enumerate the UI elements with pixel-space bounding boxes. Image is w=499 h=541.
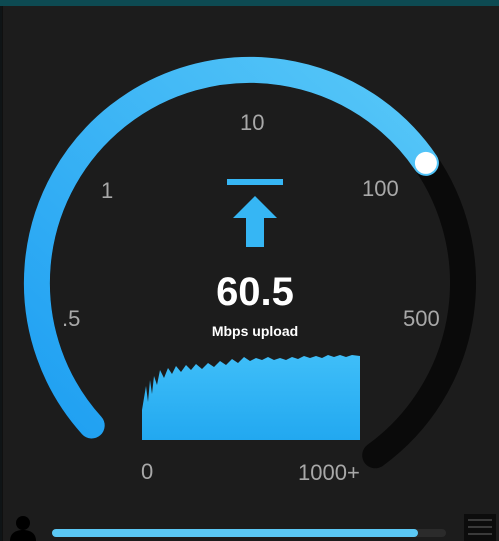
test-progress-bar — [52, 529, 446, 537]
scale-label-10: 10 — [240, 110, 265, 135]
scale-label-1: 1 — [101, 178, 114, 203]
scale-label-100: 100 — [362, 176, 399, 201]
test-progress-fill — [52, 529, 419, 537]
speed-value: 60.5 — [216, 270, 294, 314]
scale-label-1000-plus: 1000+ — [298, 460, 360, 485]
speed-unit-label: Mbps upload — [211, 323, 299, 339]
scale-label-half: .5 — [62, 306, 81, 331]
upload-speed-graph — [142, 355, 360, 440]
gauge-needle-knob — [414, 151, 437, 174]
scale-label-500: 500 — [403, 306, 440, 331]
upload-arrow-icon — [227, 179, 283, 247]
user-icon[interactable] — [8, 514, 38, 541]
scale-label-0: 0 — [141, 459, 154, 484]
menu-icon[interactable] — [464, 514, 496, 541]
